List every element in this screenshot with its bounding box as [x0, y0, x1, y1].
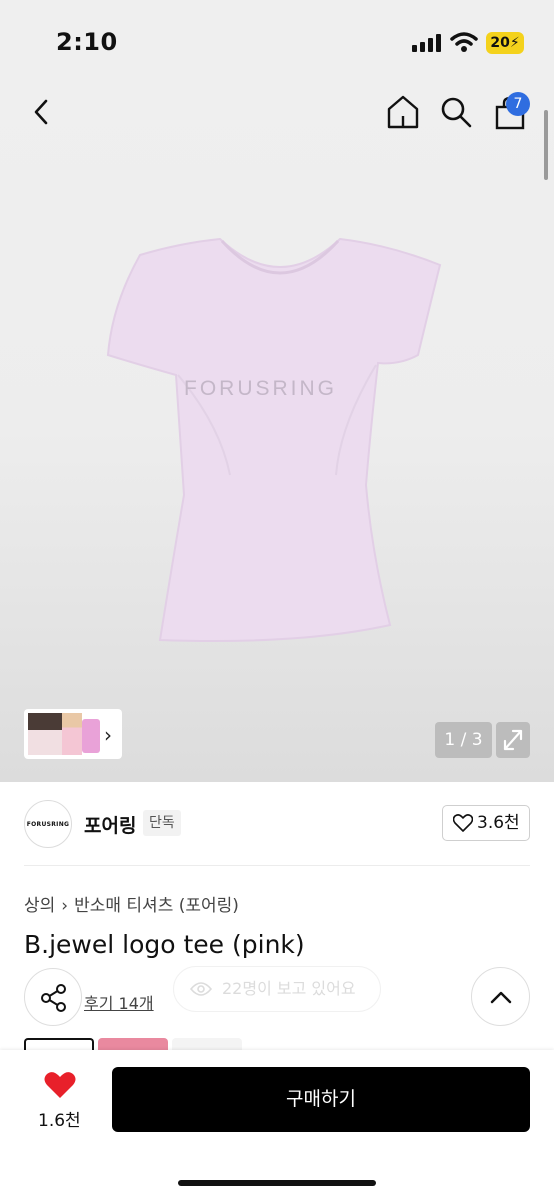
wifi-icon [450, 32, 478, 52]
share-icon [41, 984, 66, 1012]
chevron-right-icon: › [61, 896, 69, 916]
scroll-indicator [544, 110, 548, 180]
expand-image-button[interactable] [496, 722, 530, 758]
color-option-thumbnails[interactable] [24, 1038, 244, 1050]
thumbnail-model-photo[interactable] [28, 713, 62, 755]
shirt-logo-text: FORUSRING [184, 377, 337, 400]
image-page-indicator: 1 / 3 [435, 722, 492, 758]
breadcrumb-item-subcategory[interactable]: 반소매 티셔츠 (포어링) [74, 896, 239, 916]
exclusive-tag: 단독 [143, 810, 181, 836]
divider [24, 865, 530, 866]
color-option[interactable] [172, 1038, 242, 1050]
breadcrumb: 상의 › 반소매 티셔츠 (포어링) [24, 891, 239, 916]
color-option-selected[interactable] [24, 1038, 94, 1050]
scroll-to-top-button[interactable] [471, 967, 530, 1026]
breadcrumb-item-category[interactable]: 상의 [24, 896, 55, 916]
home-indicator [178, 1180, 376, 1186]
wishlist-count: 1.6천 [38, 1111, 81, 1131]
color-option[interactable] [98, 1038, 168, 1050]
battery-indicator: 20⚡ [486, 32, 524, 54]
search-icon[interactable] [440, 96, 472, 128]
heart-filled-icon[interactable] [44, 1070, 76, 1100]
buy-button[interactable]: 구매하기 [112, 1067, 530, 1132]
thumbnail-product-photo[interactable] [82, 719, 100, 753]
bottom-action-bar: 1.6천 구매하기 [0, 1050, 554, 1200]
status-time: 2:10 [56, 28, 118, 56]
thumbnail-model-photo[interactable] [62, 713, 82, 755]
heart-outline-icon [453, 814, 473, 832]
review-count-link[interactable]: 후기 14개 [84, 990, 154, 1014]
status-bar: 2:10 20⚡ [0, 0, 554, 80]
image-thumbnail-strip[interactable]: › [24, 709, 122, 759]
cart-count-badge: 7 [506, 92, 530, 116]
chevron-up-icon [490, 991, 512, 1004]
home-icon[interactable] [386, 94, 420, 130]
share-button[interactable] [24, 968, 82, 1026]
brand-like-count: 3.6천 [477, 813, 520, 833]
product-title: B.jewel logo tee (pink) [24, 930, 305, 959]
brand-logo[interactable]: FORUSRING [24, 800, 72, 848]
viewers-text: 22명이 보고 있어요 [222, 979, 356, 998]
product-photo-tshirt [106, 237, 442, 642]
expand-icon [503, 729, 523, 751]
product-image-gallery[interactable]: 7 FORUSRING › 1 / 3 [0, 80, 554, 782]
brand-like-button[interactable]: 3.6천 [442, 805, 530, 841]
cellular-signal-icon [412, 34, 442, 52]
brand-name[interactable]: 포어링 [84, 811, 136, 838]
eye-icon [190, 982, 212, 996]
back-arrow-icon[interactable] [26, 96, 58, 128]
viewers-toast: 22명이 보고 있어요 [173, 966, 381, 1012]
chevron-right-icon[interactable]: › [104, 723, 112, 747]
